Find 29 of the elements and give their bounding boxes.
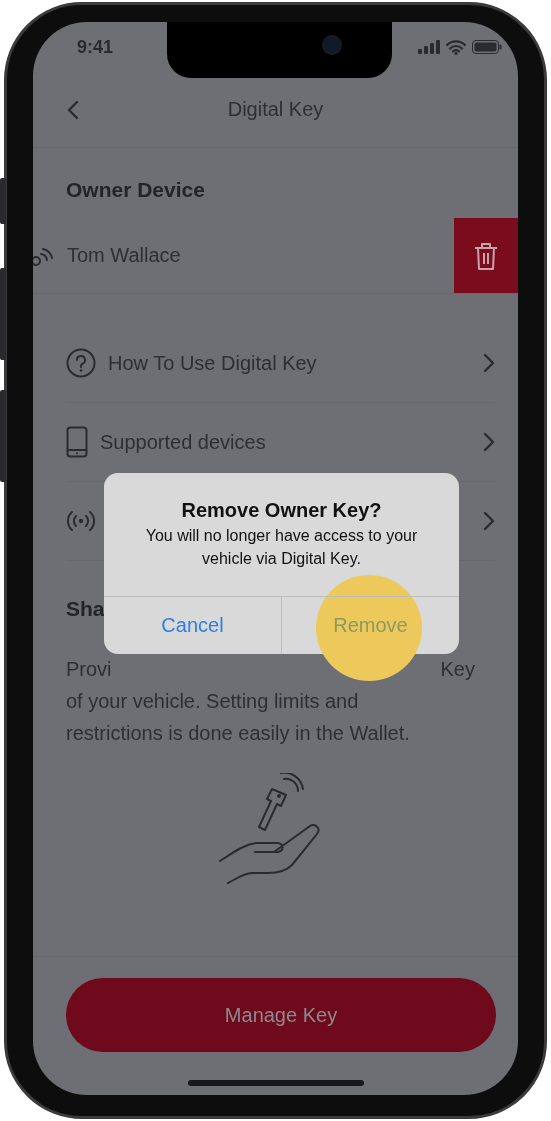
wifi-icon [446, 39, 466, 55]
chevron-right-icon [483, 511, 495, 531]
delete-button[interactable] [454, 218, 518, 293]
chevron-right-icon [483, 353, 495, 373]
menu-label: Supported devices [100, 430, 266, 453]
battery-icon [472, 40, 502, 54]
menu-item[interactable]: How To Use Digital Key [66, 324, 495, 403]
device-name: Tom Wallace [67, 244, 182, 267]
question-icon [66, 348, 96, 378]
trash-icon [474, 240, 498, 271]
dialog-button[interactable]: Remove [281, 597, 459, 654]
chevron-right-icon [483, 432, 495, 452]
menu-label: How To Use Digital Key [108, 351, 317, 374]
camera-icon [322, 35, 342, 55]
signal-icon [418, 40, 440, 54]
dialog-title: Remove Owner Key? [180, 499, 383, 522]
section-title: Sha [66, 597, 105, 621]
broadcast-icon [66, 510, 96, 532]
chevron-left-icon [67, 100, 79, 120]
section-description: of your vehicle. Setting limits and restrictions is done easily in the Wallet. [66, 689, 410, 746]
partial-text: Provi [66, 657, 112, 681]
phone-icon [66, 426, 88, 458]
dialog-button[interactable]: Cancel [104, 597, 281, 654]
manage-key-button[interactable]: Manage Key [66, 978, 496, 1052]
section-title: Owner Device [66, 178, 205, 202]
partial-text: Key [440, 657, 475, 681]
status-time: 9:41 [77, 36, 114, 58]
dialog-message: You will no longer have access to your vehicle via Digital Key. [144, 526, 419, 569]
screen-title: Digital Key [227, 98, 324, 121]
